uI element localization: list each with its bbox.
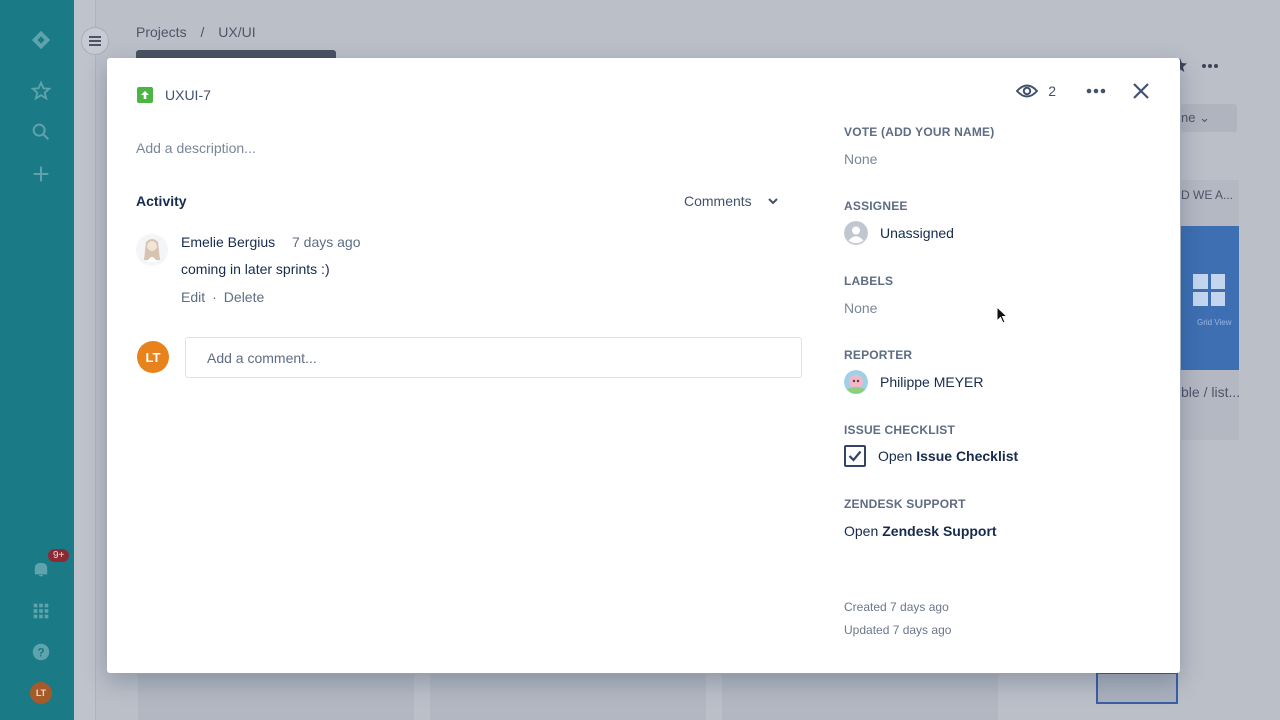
modal-actions: 2 bbox=[1016, 82, 1150, 100]
chevron-down-icon bbox=[767, 197, 778, 204]
reporter-label: REPORTER bbox=[844, 348, 913, 362]
background-card-footer: ble / list... bbox=[1181, 384, 1241, 400]
vote-label: VOTE (ADD YOUR NAME) bbox=[844, 125, 995, 139]
labels-value[interactable]: None bbox=[844, 300, 877, 316]
breadcrumb-separator: / bbox=[200, 24, 205, 40]
create-plus-icon[interactable] bbox=[27, 160, 55, 188]
issue-checklist-label: ISSUE CHECKLIST bbox=[844, 423, 956, 437]
global-nav: 9+ ? LT bbox=[0, 0, 74, 720]
menu-icon bbox=[89, 36, 101, 46]
more-actions-button[interactable] bbox=[1086, 88, 1106, 94]
activity-filter-value: Comments bbox=[684, 193, 752, 209]
open-issue-checklist-link[interactable]: Open Issue Checklist bbox=[844, 445, 1018, 467]
edit-comment-button[interactable]: Edit bbox=[181, 289, 205, 305]
notification-badge: 9+ bbox=[48, 549, 70, 562]
issue-key: UXUI-7 bbox=[165, 87, 211, 103]
checkbox-checked-icon bbox=[844, 445, 866, 467]
comment-author[interactable]: Emelie Bergius bbox=[181, 234, 275, 250]
background-card-title: D WE A... bbox=[1181, 188, 1234, 202]
comment-body: coming in later sprints :) bbox=[181, 261, 330, 277]
assignee-label: ASSIGNEE bbox=[844, 199, 908, 213]
background-card-image: Grid View bbox=[1181, 226, 1239, 370]
background-column bbox=[430, 674, 706, 720]
help-icon[interactable]: ? bbox=[27, 638, 55, 666]
separator-dot: · bbox=[212, 289, 217, 305]
reporter-avatar bbox=[844, 370, 868, 394]
jira-logo-icon[interactable] bbox=[27, 26, 55, 54]
project-sidebar-collapsed bbox=[74, 0, 96, 720]
vote-value[interactable]: None bbox=[844, 151, 877, 167]
breadcrumb-project[interactable]: UX/UI bbox=[218, 24, 255, 40]
close-button[interactable] bbox=[1132, 82, 1150, 100]
created-date: Created 7 days ago bbox=[844, 600, 949, 614]
app-switcher-icon[interactable] bbox=[27, 597, 55, 625]
activity-filter-dropdown[interactable]: Comments bbox=[684, 193, 778, 209]
open-zendesk-support-link[interactable]: Open Zendesk Support bbox=[844, 523, 997, 539]
close-icon bbox=[1133, 83, 1149, 99]
issue-key-link[interactable]: UXUI-7 bbox=[137, 87, 211, 103]
zendesk-support-label: ZENDESK SUPPORT bbox=[844, 497, 966, 511]
unassigned-avatar-icon bbox=[844, 221, 868, 245]
grid-view-caption: Grid View bbox=[1197, 318, 1232, 327]
breadcrumb: Projects / UX/UI bbox=[136, 24, 266, 40]
star-icon[interactable] bbox=[27, 77, 55, 105]
mouse-cursor-icon bbox=[996, 305, 1009, 329]
watch-button[interactable]: 2 bbox=[1016, 83, 1056, 99]
current-user-avatar: LT bbox=[137, 341, 169, 373]
activity-heading: Activity bbox=[136, 193, 187, 209]
add-comment-input[interactable]: Add a comment... bbox=[185, 337, 802, 378]
issue-modal: UXUI-7 2 Add a description... Activity C… bbox=[107, 58, 1180, 673]
delete-comment-button[interactable]: Delete bbox=[224, 289, 264, 305]
description-field[interactable]: Add a description... bbox=[136, 140, 256, 156]
background-filter: ne ⌄ bbox=[1181, 104, 1237, 132]
board-minimap bbox=[1096, 672, 1178, 704]
grid-view-icon bbox=[1193, 274, 1225, 306]
labels-label: LABELS bbox=[844, 274, 894, 288]
comment-actions: Edit · Delete bbox=[181, 289, 264, 305]
background-column bbox=[138, 674, 414, 720]
assignee-value[interactable]: Unassigned bbox=[844, 221, 954, 245]
search-icon[interactable] bbox=[27, 118, 55, 146]
comment-author-avatar[interactable] bbox=[136, 234, 168, 266]
more-horizontal-icon bbox=[1086, 88, 1106, 94]
user-avatar[interactable]: LT bbox=[30, 682, 52, 704]
breadcrumb-projects[interactable]: Projects bbox=[136, 24, 187, 40]
comment-time: 7 days ago bbox=[292, 234, 361, 250]
improvement-arrow-up-icon bbox=[137, 87, 153, 103]
reporter-value[interactable]: Philippe MEYER bbox=[844, 370, 984, 394]
background-column bbox=[722, 674, 998, 720]
updated-date: Updated 7 days ago bbox=[844, 623, 952, 637]
sidebar-toggle-button[interactable] bbox=[81, 27, 109, 55]
svg-text:?: ? bbox=[37, 646, 44, 660]
eye-icon bbox=[1016, 84, 1039, 98]
watcher-count: 2 bbox=[1048, 83, 1056, 99]
